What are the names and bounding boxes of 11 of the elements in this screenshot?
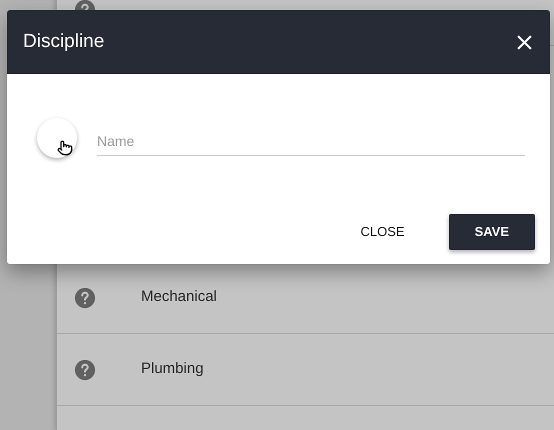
close-button[interactable]: CLOSE bbox=[344, 214, 421, 250]
close-icon[interactable] bbox=[517, 34, 532, 50]
dialog-title: Discipline bbox=[23, 30, 104, 54]
name-input-field[interactable]: Name bbox=[97, 120, 525, 156]
help-icon bbox=[74, 358, 96, 380]
list-item-label: Plumbing bbox=[141, 359, 204, 380]
help-icon bbox=[74, 286, 96, 308]
save-button[interactable]: SAVE bbox=[448, 214, 535, 250]
avatar-button[interactable] bbox=[37, 118, 77, 158]
pointer-icon bbox=[57, 139, 73, 157]
list-item-label: Mechanical bbox=[141, 287, 217, 308]
